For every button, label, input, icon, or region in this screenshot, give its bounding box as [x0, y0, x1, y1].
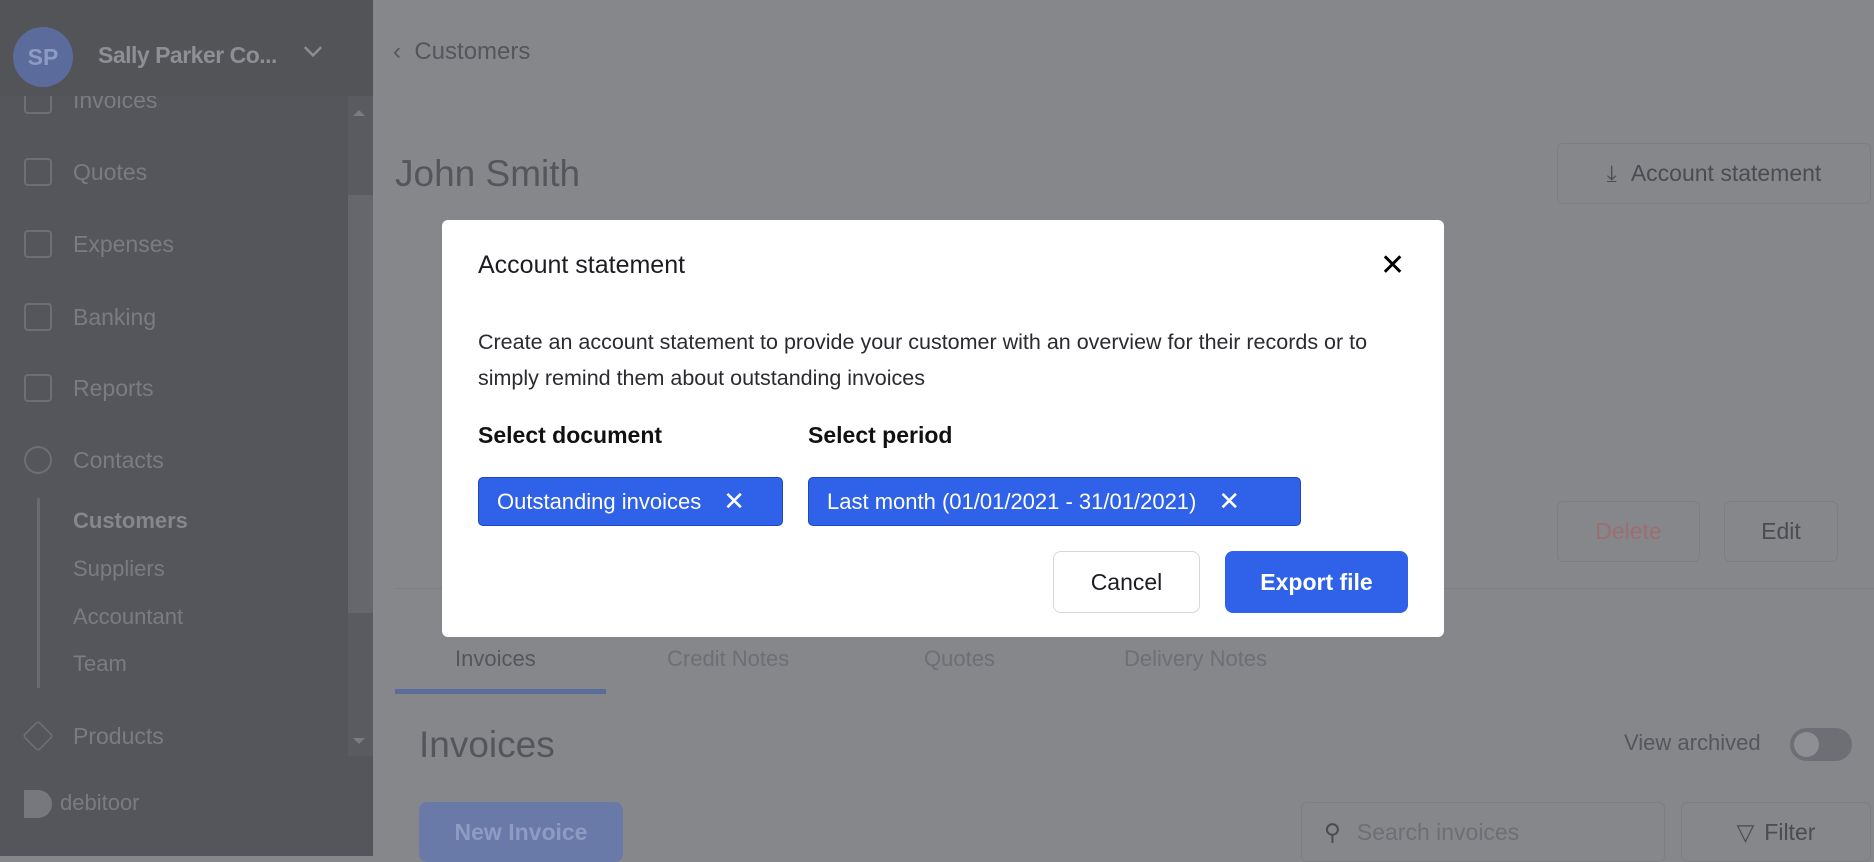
select-document-label: Select document: [478, 422, 663, 448]
scroll-down-icon[interactable]: [353, 738, 365, 750]
dialog-description: Create an account statement to provide y…: [478, 330, 1368, 390]
avatar: SP: [13, 27, 73, 87]
receipt-icon: [24, 230, 52, 258]
filter-button[interactable]: ▽ Filter: [1681, 802, 1871, 862]
tag-icon: [22, 720, 54, 752]
sidebar-item-expenses[interactable]: Expenses: [0, 224, 345, 264]
chart-icon: [24, 374, 52, 402]
cancel-button[interactable]: Cancel: [1053, 551, 1200, 613]
invoices-heading: Invoices: [419, 724, 555, 765]
quotes-icon: [24, 158, 52, 186]
period-chip[interactable]: Last month (01/01/2021 - 31/01/2021) ✕: [808, 477, 1301, 526]
search-input[interactable]: ⚲ Search invoices: [1301, 802, 1665, 862]
label: Products: [73, 722, 164, 749]
label: Quotes: [73, 158, 148, 185]
org-name: Sally Parker Co...: [98, 42, 277, 68]
brand-name: debitoor: [60, 790, 140, 815]
remove-icon[interactable]: ✕: [723, 486, 745, 517]
chevron-down-icon: [303, 38, 323, 58]
sidebar-item-products[interactable]: Products: [0, 716, 345, 756]
export-file-button[interactable]: Export file: [1225, 551, 1408, 613]
tab-invoices[interactable]: Invoices: [455, 646, 536, 672]
tab-quotes[interactable]: Quotes: [924, 646, 995, 672]
tab-delivery-notes[interactable]: Delivery Notes: [1124, 646, 1267, 672]
sidebar-item-team[interactable]: Team: [73, 651, 127, 677]
label: Banking: [73, 303, 157, 330]
sidebar-item-accountant[interactable]: Accountant: [73, 604, 183, 630]
submenu-line: [37, 498, 40, 688]
delete-button[interactable]: Delete: [1557, 501, 1700, 562]
label: Expenses: [73, 230, 175, 257]
close-icon[interactable]: ✕: [1380, 248, 1405, 283]
sidebar: Invoices Quotes Expenses Banking Reports…: [0, 0, 373, 856]
view-archived-label: View archived: [1624, 730, 1761, 755]
label: Account statement: [1630, 160, 1822, 186]
breadcrumb[interactable]: ‹ Customers: [393, 38, 530, 66]
chip-label: Outstanding invoices: [497, 488, 702, 514]
chevron-left-icon: ‹: [393, 38, 401, 65]
bank-icon: [24, 303, 52, 331]
search-icon: ⚲: [1324, 818, 1341, 845]
active-tab-indicator: [395, 689, 606, 694]
select-period-label: Select period: [808, 422, 953, 448]
filter-icon: ▽: [1736, 818, 1755, 845]
org-switcher[interactable]: SP Sally Parker Co...: [0, 0, 373, 96]
label: Filter: [1764, 818, 1816, 845]
breadcrumb-customers[interactable]: Customers: [414, 38, 530, 65]
download-icon: ⤓: [1606, 160, 1617, 186]
label: Contacts: [73, 446, 164, 473]
new-invoice-button[interactable]: New Invoice: [419, 802, 623, 862]
label: Reports: [73, 374, 154, 401]
account-statement-dialog: Account statement ✕ Create an account st…: [442, 220, 1444, 637]
sidebar-item-suppliers[interactable]: Suppliers: [73, 556, 165, 582]
tab-credit-notes[interactable]: Credit Notes: [667, 646, 789, 672]
view-archived-toggle[interactable]: [1790, 728, 1852, 761]
dialog-title: Account statement: [478, 251, 686, 279]
search-placeholder: Search invoices: [1356, 818, 1520, 845]
sidebar-item-banking[interactable]: Banking: [0, 297, 345, 337]
chip-label: Last month (01/01/2021 - 31/01/2021): [827, 488, 1197, 514]
sidebar-item-reports[interactable]: Reports: [0, 368, 345, 408]
sidebar-item-customers[interactable]: Customers: [73, 508, 188, 534]
debitoor-logo-icon: [24, 790, 52, 818]
remove-icon[interactable]: ✕: [1218, 486, 1240, 517]
edit-button[interactable]: Edit: [1724, 501, 1838, 562]
sidebar-item-contacts[interactable]: Contacts: [0, 440, 345, 480]
account-statement-button[interactable]: ⤓ Account statement: [1557, 143, 1871, 204]
document-chip[interactable]: Outstanding invoices ✕: [478, 477, 783, 526]
people-icon: [24, 446, 52, 474]
scroll-up-icon[interactable]: [353, 104, 365, 116]
page-title: John Smith: [395, 153, 581, 194]
sidebar-item-quotes[interactable]: Quotes: [0, 152, 345, 192]
scrollbar-thumb[interactable]: [348, 195, 373, 613]
